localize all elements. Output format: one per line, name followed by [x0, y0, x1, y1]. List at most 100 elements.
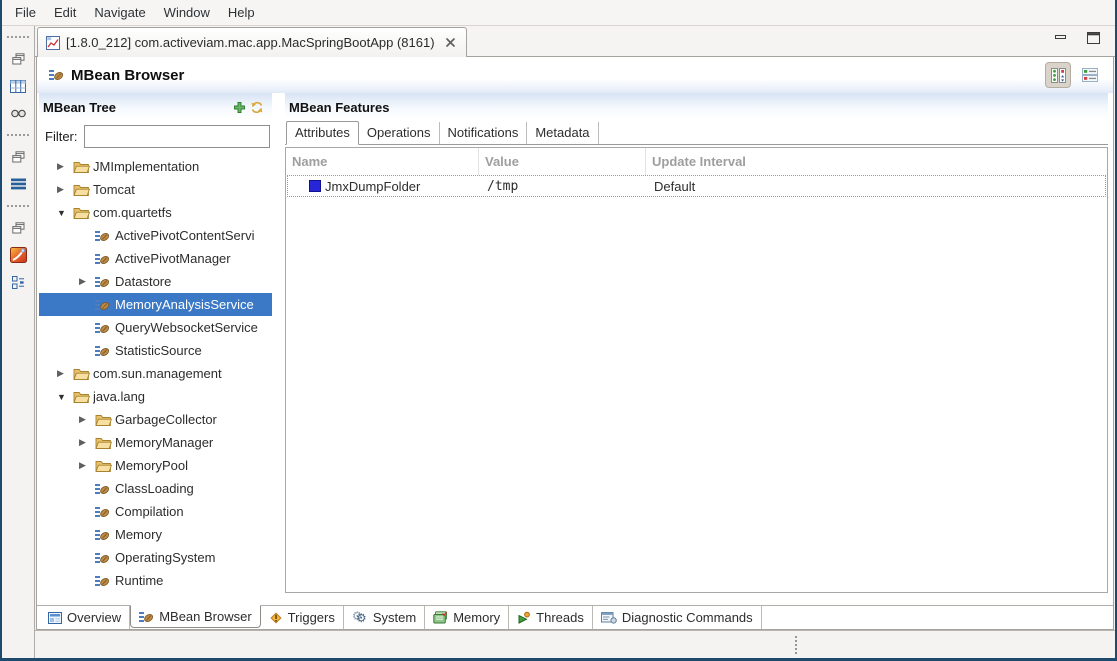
tree-item-label: QueryWebsocketService — [115, 320, 258, 335]
attribute-row[interactable]: JmxDumpFolder/tmpDefault — [287, 175, 1106, 197]
bottom-tab-system[interactable]: ⚙⚙System — [344, 606, 425, 629]
tree-item-activepivotmanager[interactable]: ActivePivotManager — [39, 247, 272, 270]
console-icon[interactable] — [9, 105, 27, 121]
tree-item-garbagecollector[interactable]: ▶ GarbageCollector — [39, 408, 272, 431]
threads-icon — [517, 611, 531, 624]
expander-expanded-icon[interactable]: ▼ — [57, 392, 73, 402]
maximize-icon[interactable] — [1085, 31, 1101, 44]
expander-collapsed-icon[interactable]: ▶ — [57, 184, 73, 195]
table-view-icon[interactable] — [9, 78, 27, 94]
expander-expanded-icon[interactable]: ▼ — [57, 208, 73, 218]
restore-window-icon[interactable] — [9, 149, 27, 165]
bottom-tab-label: System — [373, 610, 416, 625]
stacked-lines-icon[interactable] — [9, 176, 27, 192]
add-mbean-button[interactable] — [230, 100, 248, 116]
jmc-icon[interactable] — [9, 247, 27, 263]
feature-tab-attributes[interactable]: Attributes — [286, 121, 359, 145]
expander-collapsed-icon[interactable]: ▶ — [79, 414, 95, 425]
tree-item-label: MemoryPool — [115, 458, 188, 473]
menu-edit[interactable]: Edit — [45, 1, 85, 24]
column-header-update-interval[interactable]: Update Interval — [646, 148, 1107, 175]
outline-icon[interactable] — [9, 274, 27, 290]
minimize-icon[interactable] — [1053, 31, 1069, 44]
tree-item-com-quartetfs[interactable]: ▼ com.quartetfs — [39, 201, 272, 224]
restore-window-icon[interactable] — [9, 220, 27, 236]
close-icon[interactable] — [445, 37, 456, 48]
mbean-icon — [49, 68, 64, 82]
tree-item-classloading[interactable]: ClassLoading — [39, 477, 272, 500]
tree-item-label: JMImplementation — [93, 159, 199, 174]
feature-tab-operations[interactable]: Operations — [359, 122, 440, 144]
bottom-tab-diagnostic-commands[interactable]: Diagnostic Commands — [593, 606, 762, 629]
refresh-button[interactable] — [248, 100, 266, 116]
filter-label: Filter: — [45, 129, 78, 144]
bottom-tab-triggers[interactable]: Triggers — [261, 606, 344, 629]
mbean-features-title: MBean Features — [289, 100, 389, 115]
tree-item-memorypool[interactable]: ▶ MemoryPool — [39, 454, 272, 477]
flat-layout-button[interactable] — [1077, 62, 1103, 88]
tree-item-memorymanager[interactable]: ▶MemoryManager — [39, 431, 272, 454]
statusbar-drag-handle[interactable] — [795, 636, 798, 654]
folder-icon — [73, 390, 93, 403]
bottom-tab-label: Memory — [453, 610, 500, 625]
expander-collapsed-icon[interactable]: ▶ — [79, 276, 95, 287]
restore-window-icon[interactable] — [9, 51, 27, 67]
tree-layout-icon — [1050, 67, 1067, 84]
bottom-tab-overview[interactable]: Overview — [40, 606, 130, 629]
menu-file[interactable]: File — [6, 1, 45, 24]
tree-item-com-sun-management[interactable]: ▶ com.sun.management — [39, 362, 272, 385]
filter-input[interactable] — [84, 125, 270, 148]
tree-item-jmimplementation[interactable]: ▶ JMImplementation — [39, 155, 272, 178]
tree-item-compilation[interactable]: Compilation — [39, 500, 272, 523]
tree-item-label: com.sun.management — [93, 366, 222, 381]
expander-collapsed-icon[interactable]: ▶ — [57, 161, 73, 172]
tree-item-memory[interactable]: Memory — [39, 523, 272, 546]
mbean-features-section: MBean Features AttributesOperationsNotif… — [285, 93, 1113, 605]
toolbar-separator-handle[interactable] — [7, 205, 29, 207]
refresh-icon — [250, 101, 264, 114]
editor-tab[interactable]: [1.8.0_212] com.activeviam.mac.app.MacSp… — [37, 27, 467, 57]
editor-tabbar: [1.8.0_212] com.activeviam.mac.app.MacSp… — [35, 26, 1115, 57]
attributes-table: NameValueUpdate Interval JmxDumpFolder/t… — [285, 147, 1108, 593]
tree-item-label: java.lang — [93, 389, 145, 404]
expander-collapsed-icon[interactable]: ▶ — [57, 368, 73, 379]
flat-layout-icon — [1082, 68, 1098, 82]
toolbar-separator-handle[interactable] — [7, 36, 29, 38]
bottom-tab-label: MBean Browser — [159, 609, 251, 624]
column-header-value[interactable]: Value — [479, 148, 646, 175]
expander-collapsed-icon[interactable]: ▶ — [79, 437, 95, 448]
bottom-tab-threads[interactable]: Threads — [509, 606, 593, 629]
tree-item-tomcat[interactable]: ▶Tomcat — [39, 178, 272, 201]
mbean-browser-page: MBean Browser MBean Tree Filter: ▶JMImpl… — [36, 57, 1114, 630]
folder-icon — [73, 206, 93, 219]
tree-item-label: com.quartetfs — [93, 205, 172, 220]
tree-item-java-lang[interactable]: ▼ java.lang — [39, 385, 272, 408]
tree-item-memoryanalysisservice[interactable]: MemoryAnalysisService — [39, 293, 272, 316]
column-header-name[interactable]: Name — [286, 148, 479, 175]
bottom-tab-mbean-browser[interactable]: MBean Browser — [130, 605, 260, 628]
menu-help[interactable]: Help — [219, 1, 264, 24]
feature-tab-metadata[interactable]: Metadata — [527, 122, 598, 144]
folder-icon — [73, 367, 93, 380]
tree-item-datastore[interactable]: ▶Datastore — [39, 270, 272, 293]
bottom-tab-memory[interactable]: Memory — [425, 606, 509, 629]
expander-collapsed-icon[interactable]: ▶ — [79, 460, 95, 471]
mbean-icon — [95, 229, 115, 243]
tree-layout-button[interactable] — [1045, 62, 1071, 88]
tree-item-label: GarbageCollector — [115, 412, 217, 427]
menu-navigate[interactable]: Navigate — [85, 1, 154, 24]
toolbar-separator-handle[interactable] — [7, 134, 29, 136]
menu-window[interactable]: Window — [155, 1, 219, 24]
tree-item-querywebsocketservice[interactable]: QueryWebsocketService — [39, 316, 272, 339]
folder-icon — [73, 183, 93, 196]
tree-item-statisticsource[interactable]: StatisticSource — [39, 339, 272, 362]
tree-item-activepivotcontentservi[interactable]: ActivePivotContentServi — [39, 224, 272, 247]
bottom-tab-label: Triggers — [288, 610, 335, 625]
tree-item-label: ActivePivotContentServi — [115, 228, 254, 243]
feature-tab-notifications[interactable]: Notifications — [440, 122, 528, 144]
mbean-tree-section: MBean Tree Filter: ▶JMImplementation▶Tom… — [39, 93, 272, 605]
attribute-value: /tmp — [481, 179, 648, 194]
mbean-tree: ▶ JMImplementation ▶Tomcat ▼ com.quartetfs Ac… — [39, 153, 272, 605]
tree-item-runtime[interactable]: Runtime — [39, 569, 272, 592]
tree-item-operatingsystem[interactable]: OperatingSystem — [39, 546, 272, 569]
